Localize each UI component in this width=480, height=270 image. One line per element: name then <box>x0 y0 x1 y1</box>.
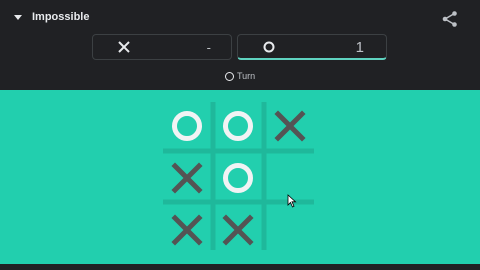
o-icon <box>263 41 275 53</box>
score-o[interactable]: 1 <box>237 34 387 60</box>
board-cell-2-2[interactable] <box>267 207 313 253</box>
board-cell-0-1[interactable] <box>215 103 261 149</box>
game-board-area <box>0 90 480 264</box>
caret-down-icon <box>14 14 22 20</box>
o-turn-icon <box>225 71 234 81</box>
board-cell-0-2[interactable] <box>267 103 313 149</box>
board-cell-2-1[interactable] <box>215 207 261 253</box>
difficulty-label: Impossible <box>32 11 90 23</box>
board-grid <box>163 102 314 253</box>
board-cell-1-0[interactable] <box>164 155 210 201</box>
score-x-value: - <box>206 40 211 55</box>
mouse-cursor-icon <box>287 194 297 208</box>
x-icon <box>118 41 130 53</box>
board-cell-2-0[interactable] <box>164 207 210 253</box>
score-o-value: 1 <box>355 39 364 56</box>
difficulty-selector[interactable]: Impossible <box>14 9 89 25</box>
board-cell-1-1[interactable] <box>215 155 261 201</box>
bottom-strip <box>0 264 480 270</box>
board-cell-0-0[interactable] <box>164 103 210 149</box>
turn-label: Turn <box>237 71 256 81</box>
share-icon[interactable] <box>441 10 459 28</box>
top-bar: Impossible - 1 Turn <box>0 0 480 90</box>
score-x[interactable]: - <box>92 34 232 60</box>
turn-indicator: Turn <box>225 70 255 82</box>
